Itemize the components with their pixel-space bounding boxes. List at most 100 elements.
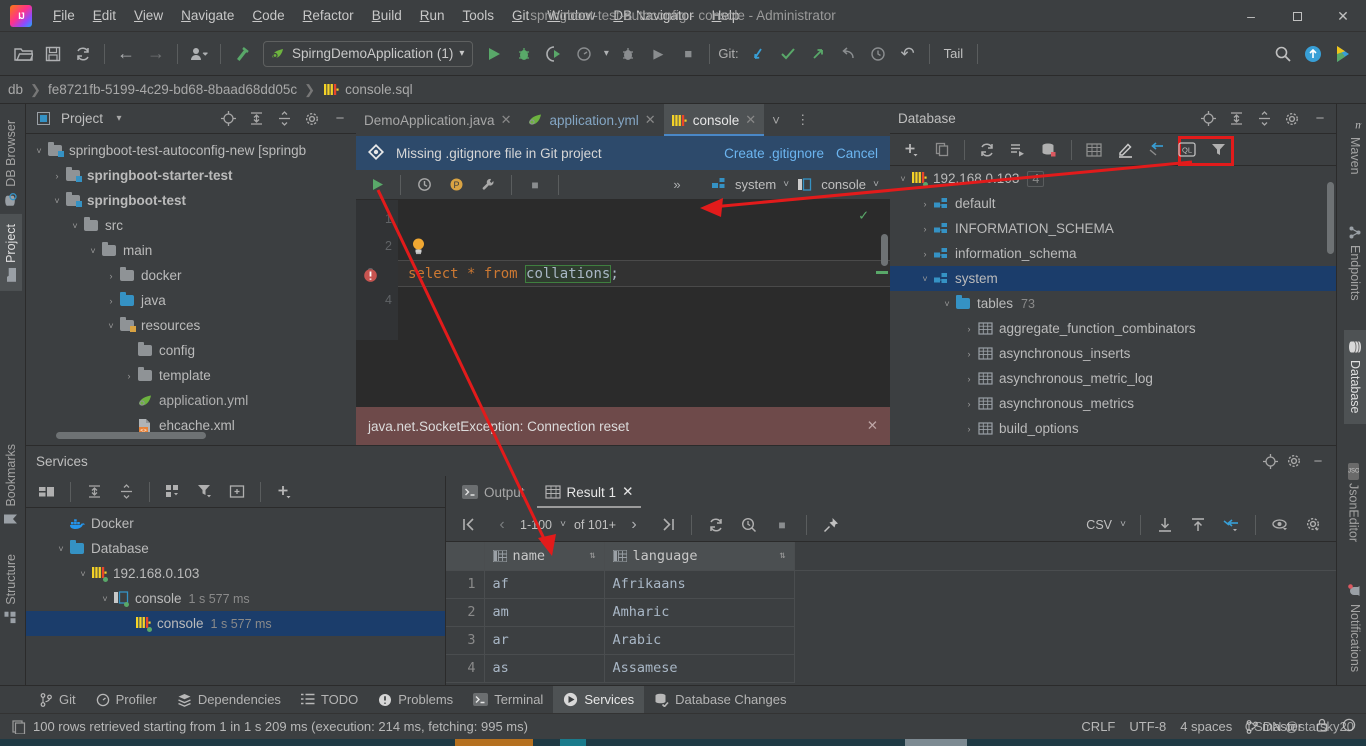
- tree-expand-arrow[interactable]: ˅: [98, 594, 112, 604]
- execute-statement-button[interactable]: [362, 171, 392, 199]
- chevron-down-icon[interactable]: ˅: [868, 171, 884, 199]
- project-tree-row[interactable]: ˅ springboot-test-autoconfig-new [springb: [26, 138, 356, 163]
- git-commit-icon[interactable]: [773, 40, 803, 68]
- grid-row[interactable]: 4 as Assamese: [446, 654, 1336, 683]
- tree-expand-arrow[interactable]: ›: [122, 371, 136, 381]
- editor-scrollbar[interactable]: [881, 234, 888, 266]
- grid-cell-language[interactable]: Afrikaans: [604, 570, 795, 599]
- compare-data-icon[interactable]: [1216, 511, 1246, 539]
- inspection-ok-icon[interactable]: ✓: [859, 206, 868, 224]
- tree-expand-arrow[interactable]: ›: [962, 374, 976, 384]
- modify-icon[interactable]: [1110, 136, 1140, 164]
- gear-icon[interactable]: [300, 108, 324, 130]
- sync-icon[interactable]: [68, 40, 98, 68]
- stop-icon[interactable]: ■: [673, 40, 703, 68]
- tool-window-git[interactable]: Git: [30, 686, 86, 714]
- tool-window-database-changes[interactable]: Database Changes: [644, 686, 796, 714]
- menu-item-code[interactable]: Code: [243, 4, 293, 27]
- chevron-down-icon[interactable]: ˅: [1115, 511, 1131, 539]
- menu-item-git[interactable]: Git: [503, 4, 538, 27]
- right-tab-notifications[interactable]: Notifications: [1344, 574, 1366, 682]
- run-secondary-icon[interactable]: ▶: [643, 40, 673, 68]
- breadcrumb-item-2[interactable]: fe8721fb-5199-4c29-bd68-8baad68dd05c: [48, 82, 297, 97]
- right-tab-endpoints[interactable]: Endpoints: [1344, 216, 1366, 311]
- collapse-all-icon[interactable]: [272, 108, 296, 130]
- breadcrumb-item-1[interactable]: db: [8, 82, 23, 97]
- query-history-icon[interactable]: [409, 171, 439, 199]
- chevron-down-icon[interactable]: ▾: [599, 40, 613, 68]
- grid-cell-language[interactable]: Amharic: [604, 598, 795, 627]
- result-grid[interactable]: name ⇅ language ⇅ 1 af Afrikaans 2 am Amharic 3 ar…: [446, 542, 1336, 683]
- database-tree-row[interactable]: › default: [890, 191, 1336, 216]
- locate-icon[interactable]: [1258, 450, 1282, 472]
- hide-panel-icon[interactable]: −: [328, 108, 352, 130]
- tree-expand-arrow[interactable]: ›: [962, 399, 976, 409]
- project-tree-row[interactable]: ˅ src: [26, 213, 356, 238]
- search-icon[interactable]: [1268, 40, 1298, 68]
- more-actions-icon[interactable]: »: [662, 171, 692, 199]
- database-scrollbar[interactable]: [1327, 182, 1334, 254]
- right-tab-maven[interactable]: m Maven: [1344, 108, 1366, 185]
- database-tree-row[interactable]: ˅ tables 73: [890, 291, 1336, 316]
- tree-expand-arrow[interactable]: ›: [962, 324, 976, 334]
- grid-cell-language[interactable]: Arabic: [604, 626, 795, 655]
- tree-expand-arrow[interactable]: ›: [104, 296, 118, 306]
- sql-code-editor[interactable]: 1234 select * from collations; ✓: [356, 200, 890, 340]
- tree-expand-arrow[interactable]: ˅: [86, 246, 100, 256]
- tree-expand-arrow[interactable]: ›: [104, 271, 118, 281]
- tool-window-profiler[interactable]: Profiler: [86, 686, 167, 714]
- grid-row[interactable]: 2 am Amharic: [446, 598, 1336, 627]
- editor-tab-application-yml[interactable]: application.yml ✕: [519, 104, 663, 136]
- ide-icon[interactable]: [1328, 40, 1358, 68]
- menu-item-tools[interactable]: Tools: [454, 4, 504, 27]
- tree-expand-arrow[interactable]: ˅: [32, 146, 46, 156]
- add-service-icon[interactable]: [269, 478, 299, 506]
- run-button[interactable]: [479, 40, 509, 68]
- tree-expand-arrow[interactable]: ›: [918, 224, 932, 234]
- error-stripe-marker[interactable]: [876, 271, 888, 274]
- close-icon[interactable]: ✕: [645, 112, 656, 128]
- tree-expand-arrow[interactable]: ˅: [918, 274, 932, 284]
- gear-icon[interactable]: [1282, 450, 1306, 472]
- close-button[interactable]: ✕: [1320, 0, 1366, 32]
- gear-icon[interactable]: [1280, 108, 1304, 130]
- first-page-button[interactable]: [454, 511, 484, 539]
- add-tab-icon[interactable]: [222, 478, 252, 506]
- close-icon[interactable]: ✕: [745, 112, 756, 128]
- gear-icon[interactable]: [1298, 511, 1328, 539]
- prev-page-button[interactable]: ‹: [487, 511, 517, 539]
- left-tab-structure[interactable]: Structure: [0, 544, 22, 634]
- menu-item-refactor[interactable]: Refactor: [294, 4, 363, 27]
- editor-tab-demoapplication-java[interactable]: DemoApplication.java ✕: [356, 104, 519, 136]
- next-page-button[interactable]: ›: [619, 511, 649, 539]
- git-undo-icon[interactable]: ↶: [893, 40, 923, 68]
- pin-tab-icon[interactable]: [816, 511, 846, 539]
- close-icon[interactable]: ✕: [501, 112, 512, 128]
- grid-column-header-language[interactable]: language ⇅: [604, 542, 795, 571]
- navigate-forward-icon[interactable]: →: [141, 40, 171, 68]
- database-tree-row[interactable]: › asynchronous_inserts: [890, 341, 1336, 366]
- cancel-gitignore-link[interactable]: Cancel: [836, 146, 878, 161]
- chevron-down-icon[interactable]: ˅: [778, 171, 794, 199]
- last-page-button[interactable]: [652, 511, 682, 539]
- parameters-icon[interactable]: P: [441, 171, 471, 199]
- filter-icon[interactable]: [190, 478, 220, 506]
- project-tree-row[interactable]: ˅ main: [26, 238, 356, 263]
- show-services-icon[interactable]: [32, 478, 62, 506]
- grid-cell-name[interactable]: as: [484, 654, 605, 683]
- database-tree-row[interactable]: › aggregate_function_combinators: [890, 316, 1336, 341]
- tree-expand-arrow[interactable]: ›: [962, 349, 976, 359]
- expand-all-icon[interactable]: [1224, 108, 1248, 130]
- debug-button[interactable]: [509, 40, 539, 68]
- data-source-properties-icon[interactable]: [1034, 136, 1064, 164]
- menu-item-build[interactable]: Build: [363, 4, 411, 27]
- locate-icon[interactable]: [216, 108, 240, 130]
- page-size-caret-icon[interactable]: ˅: [555, 511, 571, 539]
- result-tab-result-1[interactable]: Result 1 ✕: [537, 476, 642, 508]
- menu-item-help[interactable]: Help: [703, 4, 749, 27]
- group-icon[interactable]: [158, 478, 188, 506]
- database-tree-row[interactable]: › asynchronous_metric_log: [890, 366, 1336, 391]
- right-tab-jsoneditor[interactable]: JSON JsonEditor: [1341, 456, 1366, 552]
- result-tab-output[interactable]: Output: [454, 476, 533, 508]
- code-content[interactable]: select * from collations; ✓: [398, 200, 890, 340]
